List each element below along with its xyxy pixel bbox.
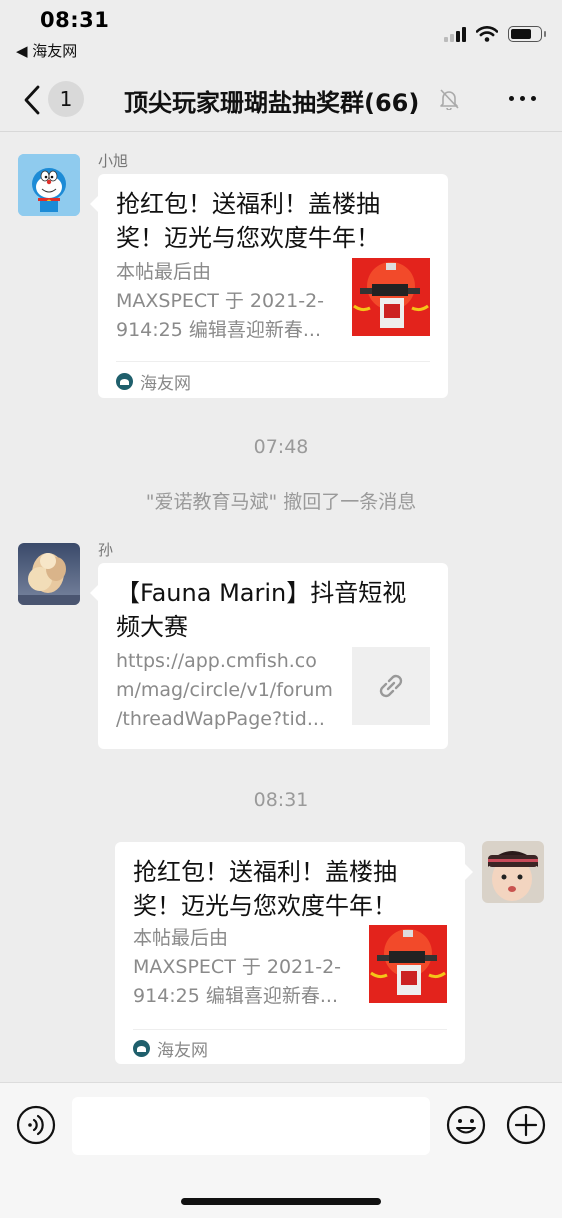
sender-name: 孙: [98, 541, 114, 559]
signal-icon: [444, 26, 466, 42]
bell-slash-icon: [440, 89, 459, 110]
battery-level: [511, 29, 531, 39]
source-logo-icon: [116, 373, 133, 390]
back-to-app-link[interactable]: ◀ 海友网: [16, 40, 77, 61]
article-thumbnail: [352, 258, 430, 336]
link-title: 【Fauna Marin】抖音短视 频大赛: [116, 579, 407, 641]
home-indicator[interactable]: [181, 1198, 381, 1205]
article-description: 本帖最后由 MAXSPECT 于 2021-2- 914:25 编辑喜迎新春..…: [133, 927, 342, 1007]
plus-icon[interactable]: [506, 1105, 546, 1145]
card-divider: [133, 1029, 447, 1030]
back-chevron-icon[interactable]: [20, 84, 44, 116]
chat-timestamp: 08:31: [253, 789, 309, 811]
source-logo-icon: [133, 1040, 150, 1057]
article-source: 海友网: [133, 1036, 208, 1061]
voice-icon[interactable]: [16, 1105, 56, 1145]
chat-title: 顶尖玩家珊瑚盐抽奖群(66): [124, 89, 420, 117]
doraemon-avatar[interactable]: [18, 154, 80, 216]
link-icon: [379, 674, 403, 698]
link-url: https://app.cmfish.co m/mag/circle/v1/fo…: [116, 650, 333, 730]
emoji-icon[interactable]: [446, 1105, 486, 1145]
status-time: 08:31: [40, 8, 110, 32]
recall-notice: "爱诺教育马斌" 撤回了一条消息: [145, 491, 417, 513]
clouds-avatar[interactable]: [18, 543, 80, 605]
sender-name: 小旭: [98, 152, 129, 170]
more-dots-icon[interactable]: [509, 96, 536, 101]
card-divider: [116, 361, 430, 362]
child-avatar[interactable]: [482, 841, 544, 903]
article-title: 抢红包！送福利！盖楼抽 奖！迈光与您欢度牛年！: [116, 190, 380, 252]
article-title: 抢红包！送福利！盖楼抽 奖！迈光与您欢度牛年！: [133, 858, 397, 920]
unread-count-badge[interactable]: 1: [48, 81, 84, 117]
article-card[interactable]: 抢红包！送福利！盖楼抽 奖！迈光与您欢度牛年！ 本帖最后由 MAXSPECT 于…: [115, 842, 473, 1064]
status-icons: [444, 22, 546, 46]
status-bar: 08:31 ◀ 海友网: [0, 0, 562, 66]
article-description: 本帖最后由 MAXSPECT 于 2021-2- 914:25 编辑喜迎新春..…: [116, 261, 325, 341]
wifi-icon: [476, 26, 498, 42]
message-input[interactable]: [72, 1097, 430, 1155]
chat-nav-bar: 1 顶尖玩家珊瑚盐抽奖群(66): [0, 66, 562, 132]
chat-timestamp: 07:48: [253, 436, 309, 458]
article-thumbnail: [369, 925, 447, 1003]
link-card[interactable]: 【Fauna Marin】抖音短视 频大赛 https://app.cmfish…: [90, 563, 448, 749]
battery-icon: [508, 26, 546, 42]
article-card[interactable]: 抢红包！送福利！盖楼抽 奖！迈光与您欢度牛年！ 本帖最后由 MAXSPECT 于…: [90, 174, 448, 398]
link-thumbnail: [352, 647, 430, 725]
article-source: 海友网: [116, 369, 191, 394]
